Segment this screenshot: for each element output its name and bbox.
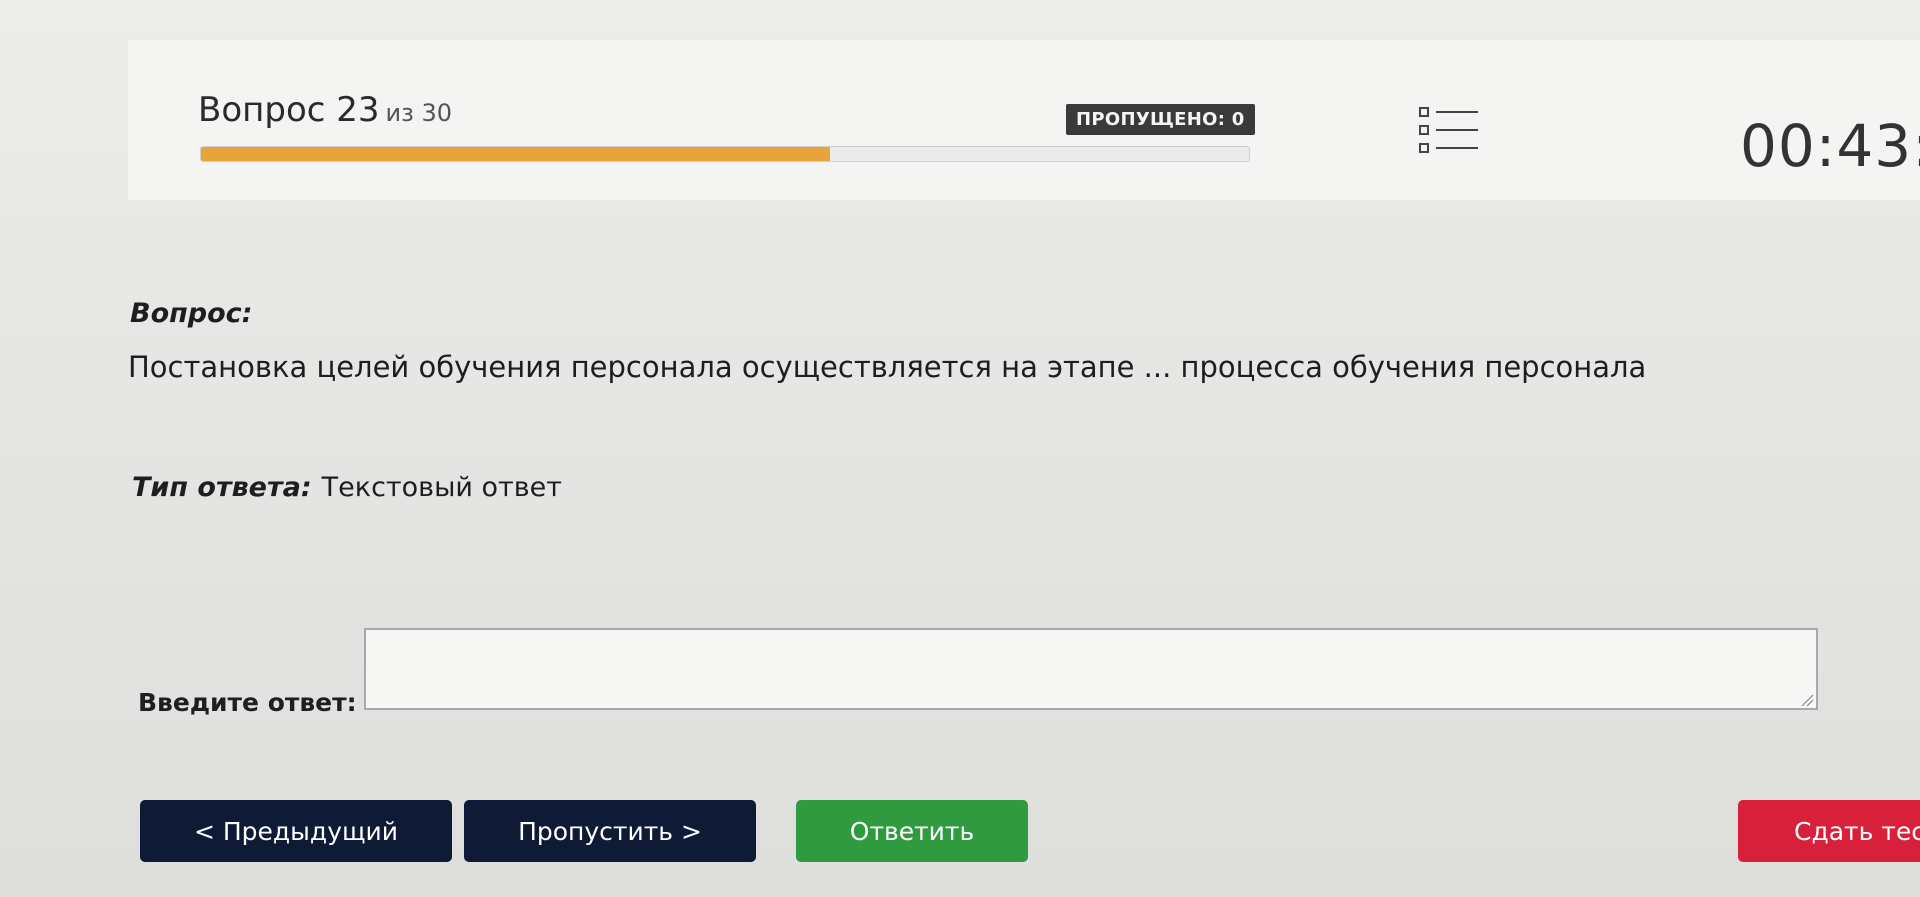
question-text: Постановка целей обучения персонала осущ…	[128, 350, 1647, 384]
question-heading: Вопрос:	[130, 298, 253, 329]
progress-bar	[200, 146, 1250, 162]
list-icon-graphic	[1419, 107, 1478, 153]
answer-type-label: Тип ответа:	[132, 472, 312, 503]
skip-button[interactable]: Пропустить >	[464, 800, 756, 862]
test-header: Вопрос 23из 30 ПРОПУЩЕНО: 0 00:43:4	[128, 40, 1920, 200]
answer-label: Введите ответ:	[138, 688, 357, 717]
list-icon[interactable]	[1418, 102, 1480, 162]
answer-input[interactable]	[364, 628, 1818, 710]
question-number: Вопрос 23	[198, 90, 380, 130]
skipped-badge: ПРОПУЩЕНО: 0	[1066, 104, 1255, 135]
submit-test-button[interactable]: Сдать тест	[1738, 800, 1920, 862]
question-total: из 30	[385, 99, 453, 127]
timer: 00:43:4	[1740, 112, 1920, 180]
progress-fill	[201, 147, 830, 161]
answer-button[interactable]: Ответить	[796, 800, 1028, 862]
answer-type-value: Текстовый ответ	[321, 472, 563, 503]
answer-type: Тип ответа: Текстовый ответ	[132, 472, 562, 503]
test-page: Вопрос 23из 30 ПРОПУЩЕНО: 0 00:43:4 Вопр…	[0, 0, 1920, 897]
previous-button[interactable]: < Предыдущий	[140, 800, 452, 862]
question-counter: Вопрос 23 из 30	[198, 90, 452, 130]
resize-grip-icon[interactable]	[1800, 693, 1814, 707]
